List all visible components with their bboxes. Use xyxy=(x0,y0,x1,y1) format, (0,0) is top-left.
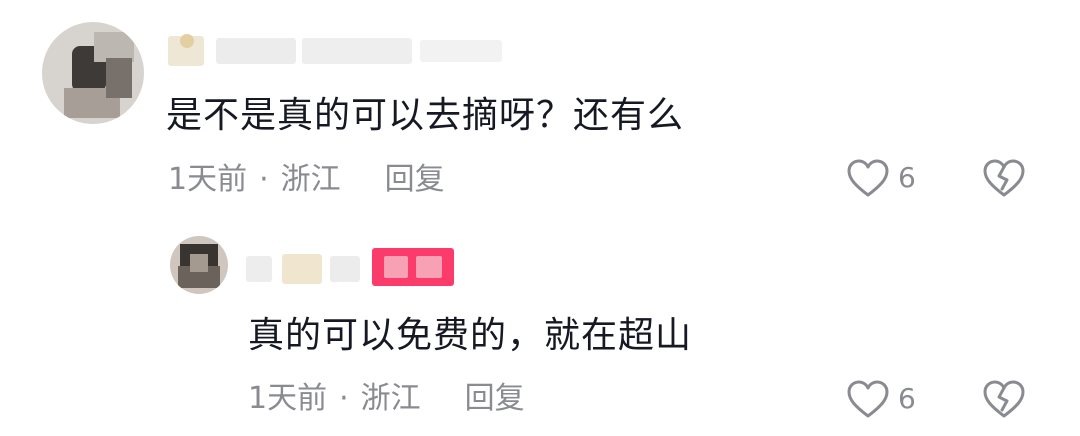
username-blurred[interactable] xyxy=(168,30,508,70)
comment-text: 是不是真的可以去摘呀？还有么 xyxy=(166,95,685,136)
comment-time: 1天前 xyxy=(248,381,328,416)
reply-button[interactable]: 回复 xyxy=(385,162,445,197)
meta-separator: · xyxy=(339,381,349,416)
avatar[interactable] xyxy=(170,236,228,294)
reply-button[interactable]: 回复 xyxy=(465,381,525,416)
dislike-button[interactable] xyxy=(982,379,1026,423)
comment-meta: 1天前 · 浙江 回复 xyxy=(248,379,525,419)
like-button[interactable]: 6 xyxy=(846,158,916,198)
like-count: 6 xyxy=(898,382,916,415)
username-blurred[interactable] xyxy=(246,250,366,286)
heart-outline-icon xyxy=(846,379,890,419)
dislike-button[interactable] xyxy=(982,158,1026,202)
comment-text: 真的可以免费的，就在超山 xyxy=(248,315,693,356)
heart-outline-icon xyxy=(846,158,890,198)
comment-meta: 1天前 · 浙江 回复 xyxy=(168,160,445,200)
comment-time: 1天前 xyxy=(168,162,248,197)
broken-heart-icon xyxy=(982,380,1026,423)
like-button[interactable]: 6 xyxy=(846,379,916,419)
author-badge xyxy=(372,248,454,286)
avatar[interactable] xyxy=(42,22,144,124)
comment-location: 浙江 xyxy=(280,162,341,197)
like-count: 6 xyxy=(898,161,916,194)
comment-location: 浙江 xyxy=(360,381,421,416)
broken-heart-icon xyxy=(982,159,1026,202)
meta-separator: · xyxy=(259,162,269,197)
